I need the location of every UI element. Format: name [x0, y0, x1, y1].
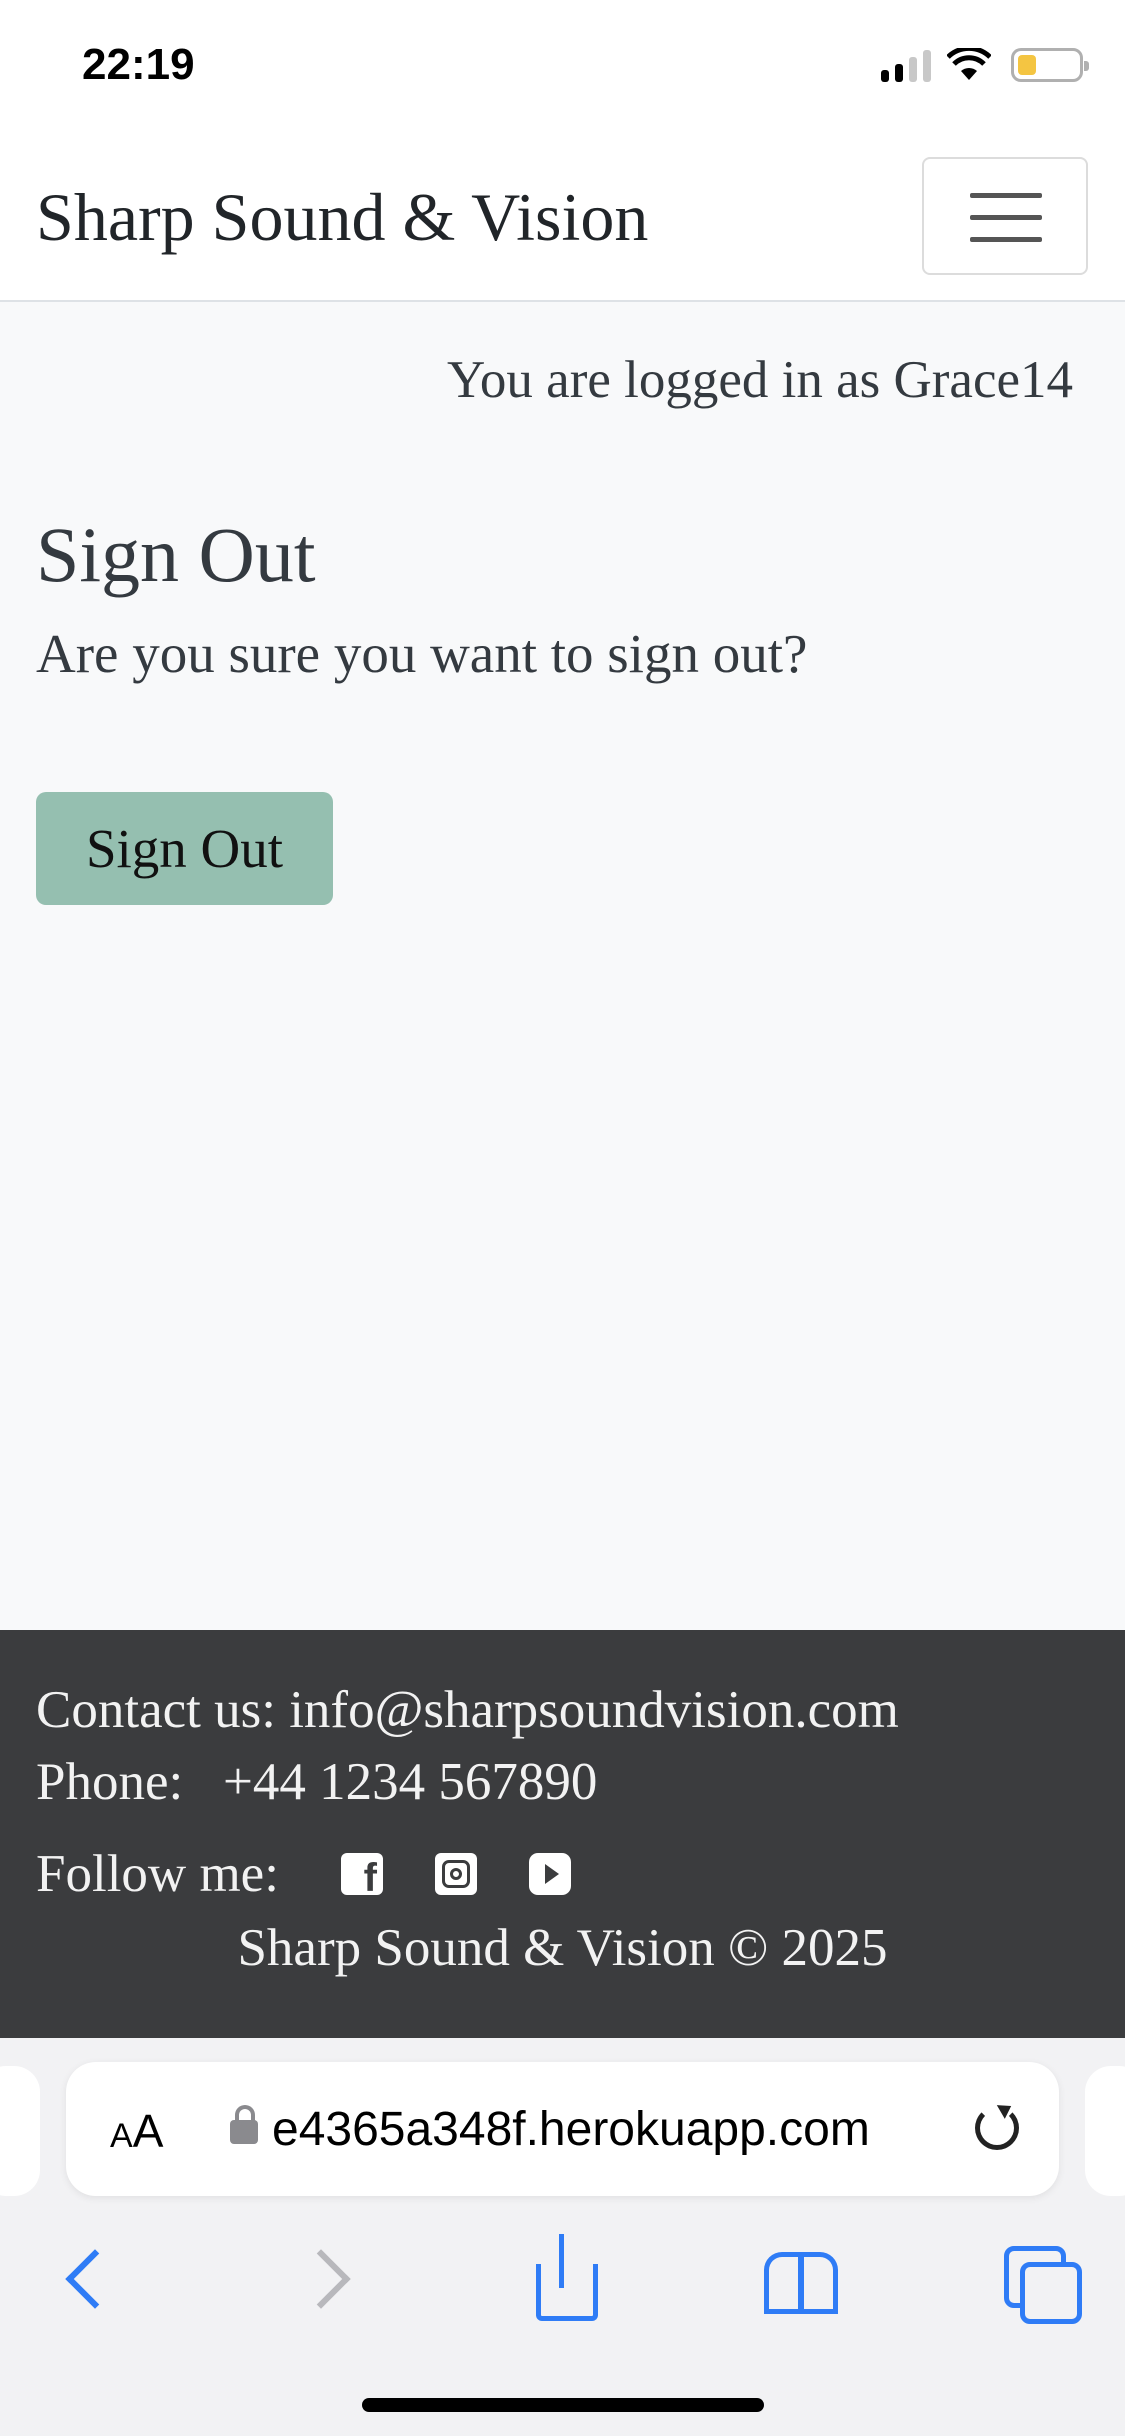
status-icons — [881, 48, 1089, 82]
menu-toggle-button[interactable] — [922, 157, 1088, 275]
tabs-icon[interactable] — [990, 2228, 1090, 2328]
page-title: Sign Out — [36, 511, 316, 598]
home-indicator[interactable] — [362, 2398, 764, 2412]
back-icon[interactable] — [38, 2228, 138, 2328]
signout-confirm-text: Are you sure you want to sign out? — [36, 623, 808, 684]
hamburger-icon — [970, 193, 1042, 198]
lock-icon — [230, 2105, 258, 2144]
social-links — [340, 1853, 571, 1901]
youtube-icon[interactable] — [528, 1853, 571, 1895]
next-tab-preview[interactable] — [1085, 2066, 1125, 2196]
facebook-icon[interactable] — [340, 1853, 383, 1901]
follow-row: Follow me: — [36, 1844, 571, 1904]
navbar: Sharp Sound & Vision — [0, 140, 1125, 302]
contact-email: Contact us: info@sharpsoundvision.com — [36, 1681, 899, 1739]
forward-icon[interactable] — [278, 2228, 378, 2328]
browser-nav-row — [0, 2228, 1125, 2328]
previous-tab-preview[interactable] — [0, 2066, 40, 2196]
follow-label: Follow me: — [36, 1845, 279, 1903]
brand-logo[interactable]: Sharp Sound & Vision — [36, 178, 648, 257]
footer: Contact us: info@sharpsoundvision.com Ph… — [0, 1630, 1125, 2038]
reload-icon[interactable] — [975, 2106, 1019, 2150]
cellular-signal-icon — [881, 48, 931, 82]
browser-toolbar: AA e4365a348f.herokuapp.com — [0, 2038, 1125, 2436]
battery-icon — [1011, 48, 1089, 82]
reader-settings-button[interactable]: AA — [110, 2104, 163, 2158]
share-icon[interactable] — [512, 2228, 612, 2328]
contact-phone: Phone: +44 1234 567890 — [36, 1753, 598, 1811]
logged-in-status: You are logged in as Grace14 — [446, 351, 1073, 409]
instagram-icon[interactable] — [434, 1853, 477, 1895]
wifi-icon — [947, 48, 991, 80]
bookmarks-icon[interactable] — [748, 2228, 848, 2328]
status-bar: 22:19 — [0, 0, 1125, 140]
address-bar[interactable]: AA e4365a348f.herokuapp.com — [66, 2062, 1059, 2196]
sign-out-button[interactable]: Sign Out — [36, 792, 333, 905]
copyright: Sharp Sound & Vision © 2025 — [237, 1919, 888, 1977]
url-text[interactable]: e4365a348f.herokuapp.com — [272, 2102, 992, 2157]
status-time: 22:19 — [82, 40, 195, 89]
